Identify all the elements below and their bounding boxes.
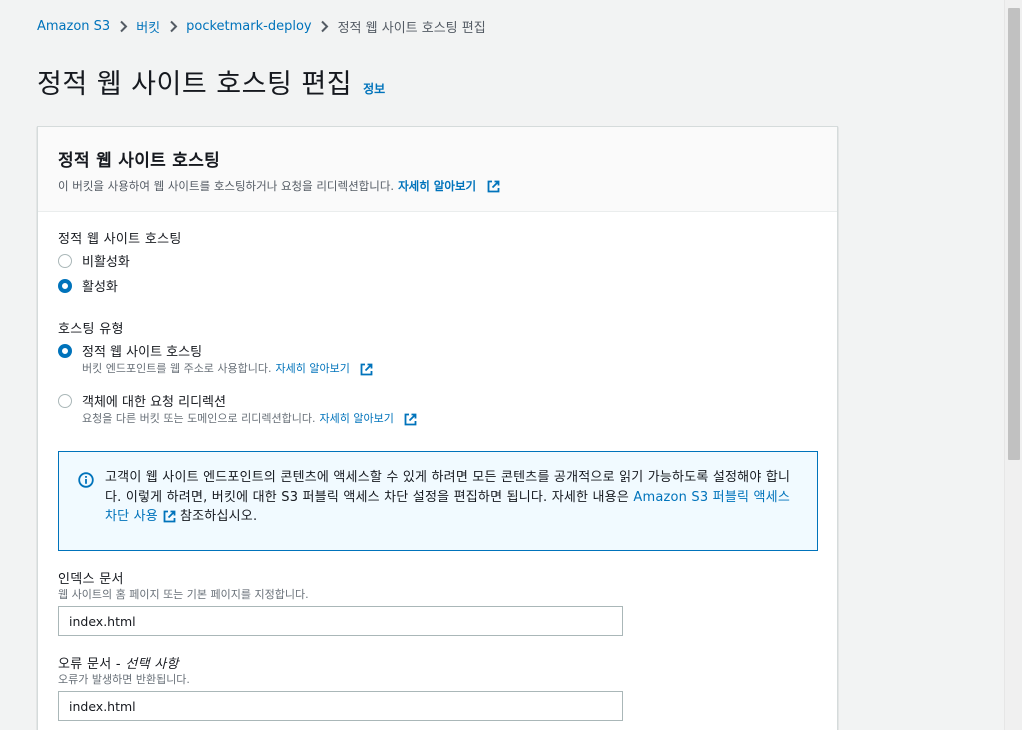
index-document-label: 인덱스 문서 <box>58 572 124 587</box>
radio-enable[interactable]: 활성화 <box>58 273 130 298</box>
radio-redirect-description: 요청을 다른 버킷 또는 도메인으로 리디렉션합니다. 자세히 알아보기 <box>82 410 417 426</box>
radio-circle-selected[interactable] <box>58 278 72 293</box>
chevron-right-icon <box>110 20 136 33</box>
learn-more-label: 자세히 알아보기 <box>398 179 477 193</box>
radio-static-hosting-label: 정적 웹 사이트 호스팅 <box>82 345 203 360</box>
breadcrumb-current: 정적 웹 사이트 호스팅 편집 <box>337 20 486 36</box>
external-link-icon <box>487 180 500 193</box>
panel-learn-more-link[interactable]: 자세히 알아보기 <box>398 178 500 194</box>
breadcrumb-buckets[interactable]: 버킷 <box>136 17 160 36</box>
index-document-input[interactable] <box>58 606 623 636</box>
optional-label: 선택 사항 <box>125 657 179 672</box>
info-link[interactable]: 정보 <box>363 80 385 97</box>
radio-circle[interactable] <box>58 393 72 408</box>
info-alert: 고객이 웹 사이트 엔드포인트의 콘텐츠에 액세스할 수 있게 하려면 모든 콘… <box>58 451 818 551</box>
radio-disable-label: 비활성화 <box>82 255 130 270</box>
learn-more-label: 자세히 알아보기 <box>275 362 350 375</box>
radio-static-hosting-description: 버킷 엔드포인트를 웹 주소로 사용합니다. 자세히 알아보기 <box>82 360 373 376</box>
breadcrumb-amazon-s3[interactable]: Amazon S3 <box>37 19 110 34</box>
external-link-icon <box>404 413 417 426</box>
error-document-label-text: 오류 문서 - <box>58 657 126 672</box>
error-document-description: 오류가 발생하면 반환됩니다. <box>58 673 190 686</box>
static-hosting-panel: 정적 웹 사이트 호스팅 이 버킷을 사용하여 웹 사이트를 호스팅하거나 요청… <box>37 126 838 730</box>
hosting-toggle-label: 정적 웹 사이트 호스팅 <box>58 232 182 247</box>
learn-more-label: 자세히 알아보기 <box>319 412 394 425</box>
index-document-description: 웹 사이트의 홈 페이지 또는 기본 페이지를 지정합니다. <box>58 588 309 601</box>
hosting-type-option-static[interactable]: 정적 웹 사이트 호스팅 버킷 엔드포인트를 웹 주소로 사용합니다. 자세히 … <box>58 338 373 376</box>
external-link-icon <box>163 510 176 523</box>
hosting-toggle-group: 비활성화 활성화 <box>58 248 130 298</box>
radio-redirect-label: 객체에 대한 요청 리디렉션 <box>82 395 226 410</box>
option-description: 요청을 다른 버킷 또는 도메인으로 리디렉션합니다. <box>82 412 316 425</box>
radio-circle-selected[interactable] <box>58 343 72 358</box>
static-learn-more-link[interactable]: 자세히 알아보기 <box>276 360 374 376</box>
scrollbar-thumb[interactable] <box>1008 8 1020 460</box>
scrollbar[interactable] <box>1004 0 1022 730</box>
page-header: 정적 웹 사이트 호스팅 편집 정보 <box>37 62 385 101</box>
alert-suffix: 참조하십시오. <box>179 509 258 524</box>
chevron-right-icon <box>160 20 186 33</box>
radio-circle[interactable] <box>58 253 72 268</box>
panel-title: 정적 웹 사이트 호스팅 <box>58 151 221 171</box>
radio-disable[interactable]: 비활성화 <box>58 248 130 273</box>
error-document-label: 오류 문서 - 선택 사항 <box>58 653 179 672</box>
chevron-right-icon <box>312 20 338 33</box>
error-document-input[interactable] <box>58 691 623 721</box>
breadcrumb: Amazon S3 버킷 pocketmark-deploy 정적 웹 사이트 … <box>37 17 486 36</box>
radio-enable-label: 활성화 <box>82 280 118 295</box>
breadcrumb-bucket-name[interactable]: pocketmark-deploy <box>186 19 311 34</box>
redirect-learn-more-link[interactable]: 자세히 알아보기 <box>320 410 418 426</box>
panel-description: 이 버킷을 사용하여 웹 사이트를 호스팅하거나 요청을 리디렉션합니다. 자세… <box>58 178 817 194</box>
info-icon <box>78 472 94 488</box>
panel-header: 정적 웹 사이트 호스팅 이 버킷을 사용하여 웹 사이트를 호스팅하거나 요청… <box>38 127 837 212</box>
page-title: 정적 웹 사이트 호스팅 편집 <box>37 69 353 100</box>
external-link-icon <box>360 363 373 376</box>
option-description: 버킷 엔드포인트를 웹 주소로 사용합니다. <box>82 362 272 375</box>
hosting-type-label: 호스팅 유형 <box>58 322 124 337</box>
hosting-type-option-redirect[interactable]: 객체에 대한 요청 리디렉션 요청을 다른 버킷 또는 도메인으로 리디렉션합니… <box>58 388 417 426</box>
panel-description-text: 이 버킷을 사용하여 웹 사이트를 호스팅하거나 요청을 리디렉션합니다. <box>58 179 395 193</box>
